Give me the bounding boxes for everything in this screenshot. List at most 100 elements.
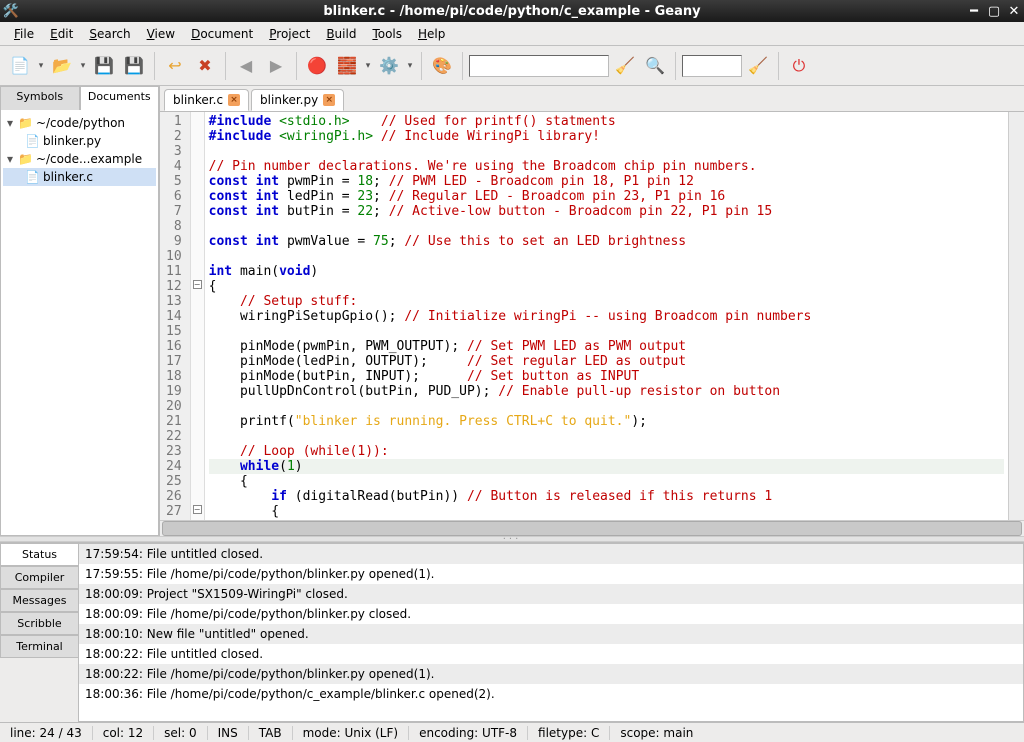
minimize-button[interactable]: ━ — [967, 4, 981, 18]
code-token-id: printf — [240, 414, 287, 429]
close-button[interactable]: ✕ — [1007, 4, 1021, 18]
close-file-button[interactable]: ✖ — [191, 52, 219, 80]
code-token-sp — [381, 204, 389, 219]
code-editor[interactable]: #include <stdio.h> // Used for printf() … — [205, 112, 1008, 520]
quit-button[interactable]: ⏻ — [785, 52, 813, 80]
code-token-id: ; — [389, 234, 397, 249]
status-message-row[interactable]: 18:00:22: File untitled closed. — [79, 644, 1023, 664]
code-token-sp — [209, 489, 272, 504]
tree-label: blinker.c — [43, 170, 93, 184]
bottom-tab-status[interactable]: Status — [0, 543, 78, 566]
code-token-num: 23 — [357, 189, 373, 204]
status-message-row[interactable]: 17:59:54: File untitled closed. — [79, 544, 1023, 564]
code-token-sp — [279, 234, 287, 249]
tab-close-icon[interactable]: × — [228, 94, 240, 106]
bottom-tabs: StatusCompilerMessagesScribbleTerminal — [0, 543, 78, 722]
code-token-id: OUTPUT — [365, 354, 412, 369]
bottom-tab-scribble[interactable]: Scribble — [0, 612, 78, 635]
code-token-op: ); — [475, 384, 491, 399]
sidebar-tab-documents[interactable]: Documents — [80, 86, 160, 110]
tree-label: ~/code/python — [36, 116, 125, 130]
code-token-op: ( — [271, 264, 279, 279]
code-token-cm: // Button is released if this returns 1 — [467, 489, 772, 504]
menubar: FileEditSearchViewDocumentProjectBuildTo… — [0, 22, 1024, 46]
line-number-gutter: 1234567891011121314151617181920212223242… — [160, 112, 191, 520]
open-file-dropdown[interactable]: ▾ — [78, 61, 88, 71]
code-token-op: ); — [631, 414, 647, 429]
build-button[interactable]: 🧱 — [333, 52, 361, 80]
tree-label: blinker.py — [43, 134, 101, 148]
save-button[interactable]: 💾 — [90, 52, 118, 80]
vertical-scrollbar[interactable] — [1008, 112, 1024, 520]
code-token-id: ; — [373, 204, 381, 219]
menu-search[interactable]: Search — [81, 25, 138, 43]
menu-tools[interactable]: Tools — [364, 25, 410, 43]
code-token-sp — [279, 189, 287, 204]
code-token-kw: int — [209, 264, 232, 279]
menu-help[interactable]: Help — [410, 25, 453, 43]
fold-toggle[interactable]: − — [193, 505, 202, 514]
execute-dropdown[interactable]: ▾ — [405, 61, 415, 71]
execute-button[interactable]: ⚙️ — [375, 52, 403, 80]
new-file-button[interactable]: 📄 — [6, 52, 34, 80]
nav-back-button[interactable]: ◀ — [232, 52, 260, 80]
menu-edit[interactable]: Edit — [42, 25, 81, 43]
file-icon: 📄 — [25, 134, 40, 148]
color-picker-button[interactable]: 🎨 — [428, 52, 456, 80]
fold-toggle[interactable]: − — [193, 280, 202, 289]
tree-folder[interactable]: ▾📁~/code...example — [3, 150, 156, 168]
status-message-row[interactable]: 18:00:09: Project "SX1509-WiringPi" clos… — [79, 584, 1023, 604]
bottom-tab-messages[interactable]: Messages — [0, 589, 78, 612]
find-in-files-button[interactable]: 🔍 — [641, 52, 669, 80]
tab-close-icon[interactable]: × — [323, 94, 335, 106]
editor-tab[interactable]: blinker.py× — [251, 89, 344, 111]
find-button[interactable]: 🧹 — [611, 52, 639, 80]
menu-document[interactable]: Document — [183, 25, 261, 43]
goto-line-input[interactable] — [682, 55, 742, 77]
horizontal-scrollbar[interactable] — [160, 520, 1024, 536]
editor-tab[interactable]: blinker.c× — [164, 89, 249, 111]
menu-build[interactable]: Build — [318, 25, 364, 43]
fold-margin[interactable]: −− — [191, 112, 205, 520]
code-token-sp — [209, 309, 240, 324]
code-token-sp — [271, 114, 279, 129]
compile-button[interactable]: 🔴 — [303, 52, 331, 80]
maximize-button[interactable]: ▢ — [987, 4, 1001, 18]
code-token-str: "blinker is running. Press CTRL+C to qui… — [295, 414, 632, 429]
code-token-num: 1 — [287, 459, 295, 474]
window-titlebar: 🛠️ blinker.c - /home/pi/code/python/c_ex… — [0, 0, 1024, 22]
menu-project[interactable]: Project — [261, 25, 318, 43]
build-dropdown[interactable]: ▾ — [363, 61, 373, 71]
status-message-row[interactable]: 18:00:10: New file "untitled" opened. — [79, 624, 1023, 644]
tree-file[interactable]: 📄blinker.c — [3, 168, 156, 186]
code-token-id: butPin — [365, 384, 412, 399]
code-token-sp — [428, 354, 467, 369]
status-message-row[interactable]: 17:59:55: File /home/pi/code/python/blin… — [79, 564, 1023, 584]
status-message-row[interactable]: 18:00:36: File /home/pi/code/python/c_ex… — [79, 684, 1023, 704]
status-message-row[interactable]: 18:00:09: File /home/pi/code/python/blin… — [79, 604, 1023, 624]
bottom-tab-terminal[interactable]: Terminal — [0, 635, 78, 658]
status-message-row[interactable]: 18:00:22: File /home/pi/code/python/blin… — [79, 664, 1023, 684]
save-all-button[interactable]: 💾 — [120, 52, 148, 80]
new-file-dropdown[interactable]: ▾ — [36, 61, 46, 71]
menu-view[interactable]: View — [139, 25, 183, 43]
status-messages[interactable]: 17:59:54: File untitled closed.17:59:55:… — [78, 543, 1024, 722]
status-enc: encoding: UTF-8 — [409, 726, 528, 740]
code-token-sp — [373, 129, 381, 144]
sidebar-tab-symbols[interactable]: Symbols — [0, 86, 80, 110]
app-icon: 🛠️ — [4, 4, 18, 18]
tree-folder[interactable]: ▾📁~/code/python — [3, 114, 156, 132]
revert-button[interactable]: ↩ — [161, 52, 189, 80]
bottom-tab-compiler[interactable]: Compiler — [0, 566, 78, 589]
code-token-op: ( — [295, 354, 303, 369]
menu-file[interactable]: File — [6, 25, 42, 43]
nav-forward-button[interactable]: ▶ — [262, 52, 290, 80]
documents-tree[interactable]: ▾📁~/code/python📄blinker.py▾📁~/code...exa… — [0, 110, 159, 536]
code-token-sp — [209, 339, 240, 354]
status-mode: mode: Unix (LF) — [293, 726, 409, 740]
code-token-id: ledPin = — [287, 189, 357, 204]
tree-file[interactable]: 📄blinker.py — [3, 132, 156, 150]
open-file-button[interactable]: 📂 — [48, 52, 76, 80]
search-input[interactable] — [469, 55, 609, 77]
goto-line-button[interactable]: 🧹 — [744, 52, 772, 80]
